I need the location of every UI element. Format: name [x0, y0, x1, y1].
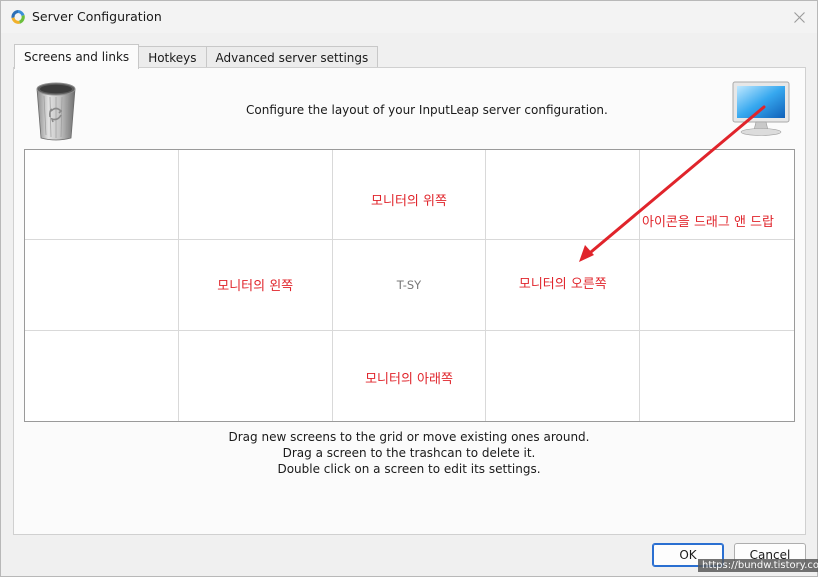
instructions: Drag new screens to the grid or move exi… — [1, 429, 817, 477]
right-position-label: 모니터의 오른쪽 — [518, 277, 607, 293]
instruction-line: Drag new screens to the grid or move exi… — [228, 430, 590, 444]
grid-cell[interactable] — [178, 150, 333, 241]
grid-cell[interactable]: 모니터의 아래쪽 — [333, 330, 487, 421]
grid-cell[interactable] — [25, 150, 179, 241]
close-button[interactable] — [787, 5, 811, 29]
left-position-label: 모니터의 왼쪽 — [217, 279, 294, 295]
tab-screens-and-links[interactable]: Screens and links — [14, 44, 140, 69]
title-bar: Server Configuration — [1, 1, 817, 33]
grid-cell[interactable] — [25, 330, 179, 421]
arrow-annotation-icon — [579, 105, 766, 262]
watermark: https://bundw.tistory.com — [698, 559, 818, 572]
bottom-position-label: 모니터의 아래쪽 — [365, 371, 453, 387]
grid-cell[interactable] — [179, 330, 333, 421]
grid-cell[interactable]: 모니터의 위쪽 — [332, 150, 487, 241]
grid-cell-screen[interactable]: T-SY — [332, 240, 487, 331]
window-title: Server Configuration — [32, 9, 162, 24]
tab-bar: Screens and links Hotkeys Advanced serve… — [14, 44, 379, 69]
grid-cell[interactable]: 모니터의 왼쪽 — [178, 240, 333, 331]
grid-cell[interactable] — [486, 330, 641, 421]
server-configuration-window: Server Configuration Screens and links H… — [0, 0, 818, 577]
top-position-label: 모니터의 위쪽 — [371, 194, 447, 209]
page-headline: Configure the layout of your InputLeap s… — [246, 103, 608, 117]
grid-cell[interactable] — [640, 331, 794, 421]
instruction-line: Drag a screen to the trashcan to delete … — [282, 446, 536, 460]
trashcan-icon[interactable] — [32, 79, 80, 141]
tab-hotkeys[interactable]: Hotkeys — [138, 46, 207, 69]
instruction-line: Double click on a screen to edit its set… — [277, 462, 541, 476]
grid-cell[interactable] — [25, 240, 179, 331]
screen-name[interactable]: T-SY — [333, 278, 486, 292]
tab-advanced-server-settings[interactable]: Advanced server settings — [205, 46, 379, 69]
close-icon — [793, 11, 805, 23]
app-icon — [10, 9, 26, 25]
